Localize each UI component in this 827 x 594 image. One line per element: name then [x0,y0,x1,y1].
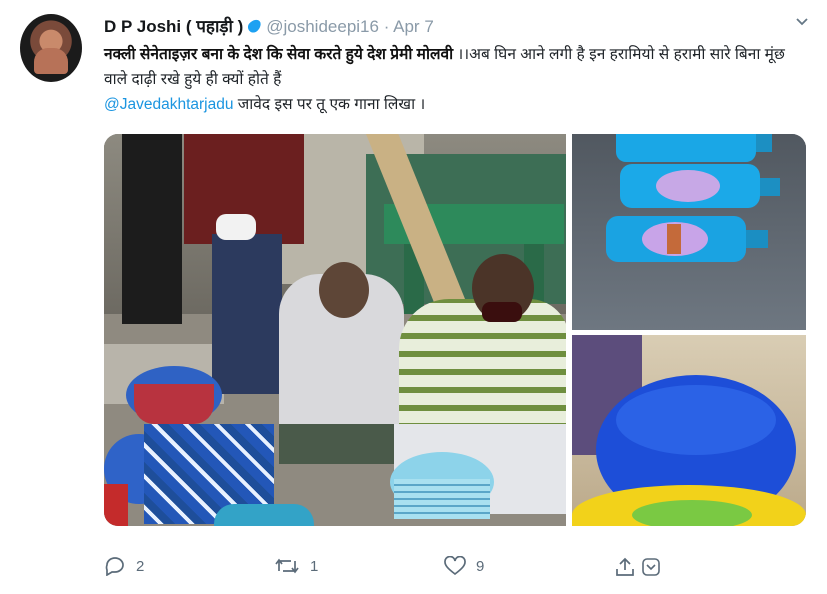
like-icon [444,556,466,576]
reply-count: 2 [136,557,145,575]
like-button[interactable]: 9 [444,556,484,576]
retweet-count: 1 [310,557,319,575]
media-grid [104,134,806,526]
action-bar: 2 1 9 [104,556,664,580]
share-icon[interactable] [614,556,636,583]
verified-drop-icon [245,17,264,35]
mention-link[interactable]: @Javedakhtarjadu [104,96,233,113]
avatar-figure [34,48,68,74]
photo-drum[interactable] [572,335,806,526]
bookmark-icon[interactable] [640,556,662,583]
photo-workshop[interactable] [104,134,566,526]
author-name[interactable]: D P Joshi ( पहाड़ी ) [104,17,243,36]
tweet-header: D P Joshi ( पहाड़ी ) @joshideepi16 · Apr … [104,14,807,38]
tweet-text-highlight: नक्ली सेनेताइज़र बना के देश कि सेवा करते… [104,46,454,63]
tweet-date[interactable]: Apr 7 [393,17,434,36]
chevron-down-icon[interactable] [795,14,809,28]
retweet-button[interactable]: 1 [274,556,318,576]
like-count: 9 [476,557,485,575]
share-group [614,556,662,583]
tweet-text: नक्ली सेनेताइज़र बना के देश कि सेवा करते… [104,42,810,117]
photo-bottles[interactable] [572,134,806,330]
author-handle[interactable]: @joshideepi16 [266,17,379,36]
author-avatar[interactable] [20,14,82,82]
reply-button[interactable]: 2 [104,556,144,576]
retweet-icon [274,556,300,576]
date-separator: · [378,17,394,36]
reply-icon [104,556,126,576]
tweet-text-end: जावेद इस पर तू एक गाना लिखा । [233,96,426,113]
